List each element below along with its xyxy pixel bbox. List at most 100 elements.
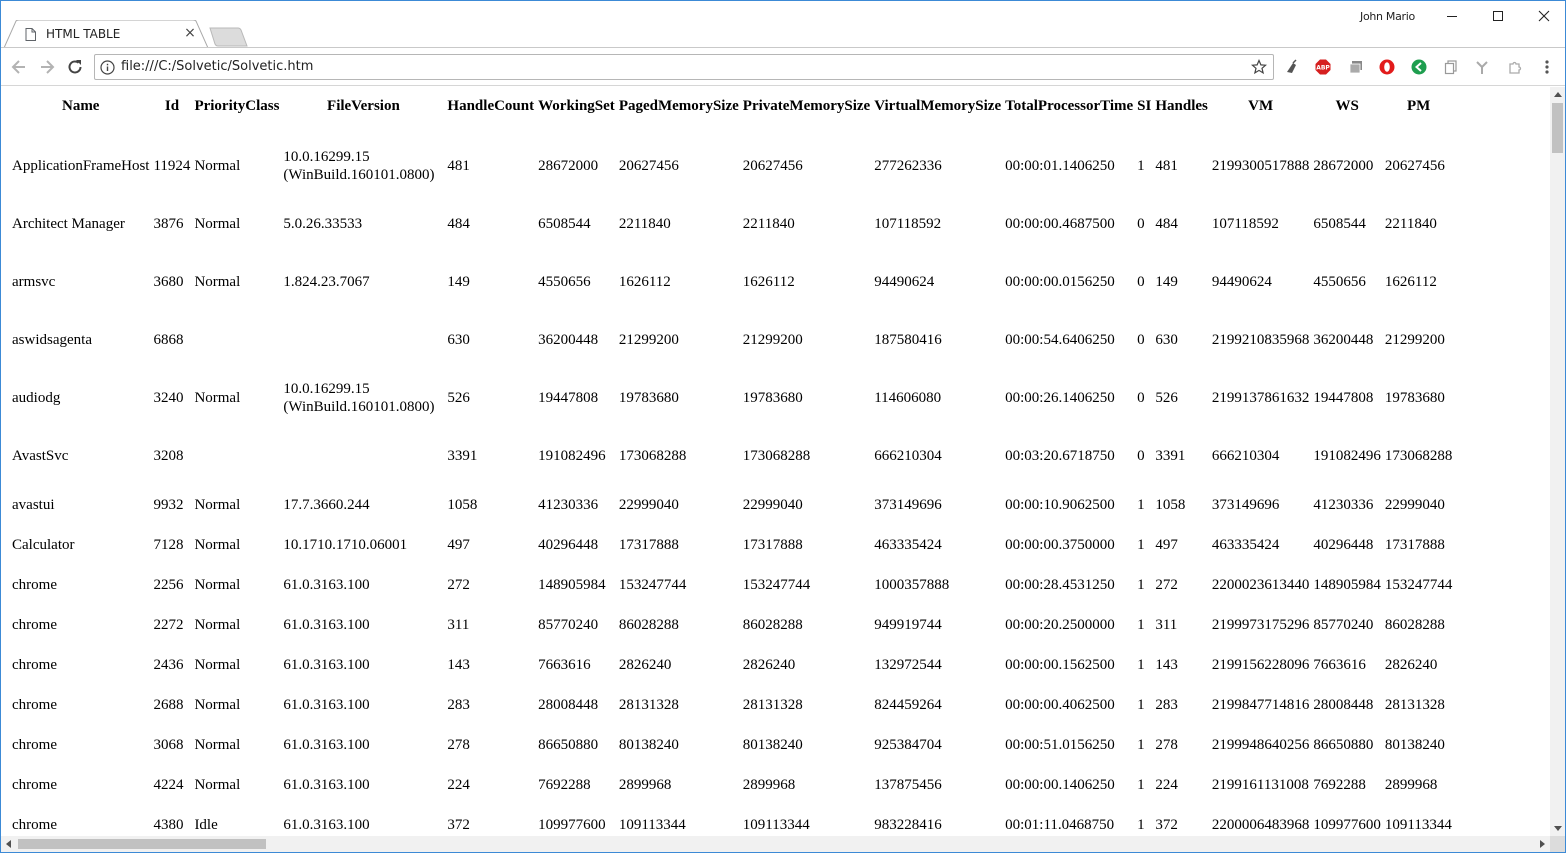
- cell-si: 1: [1137, 776, 1145, 793]
- cell-handlecount: 149: [447, 273, 470, 290]
- table-row: ApplicationFrameHost 11924 Normal 10.0.1629…: [11, 138, 1453, 194]
- cell-handlecount: 278: [447, 736, 470, 753]
- cell-privatememorysize: 28131328: [742, 696, 803, 713]
- cell-vm: 2200023613440: [1211, 576, 1310, 593]
- cell-workingset: 28008448: [538, 696, 599, 713]
- cell-ws: 6508544: [1313, 215, 1366, 232]
- header-gap: [11, 118, 1453, 136]
- cell-priorityclass: [193, 312, 280, 368]
- cell-ws: 86650880: [1313, 736, 1374, 753]
- cell-totalprocessortime: 00:00:28.4531250: [1005, 576, 1115, 593]
- cell-pagedmemorysize: 2211840: [618, 215, 671, 232]
- cell-pagedmemorysize: 1626112: [618, 273, 671, 290]
- cell-pagedmemorysize: 20627456: [618, 157, 679, 174]
- cell-si: 0: [1137, 331, 1145, 348]
- cell-ws: 19447808: [1313, 389, 1374, 406]
- cell-id: 6868: [153, 331, 184, 348]
- cell-privatememorysize: 2899968: [742, 776, 796, 793]
- extension-copy-icon[interactable]: [1443, 59, 1459, 75]
- bookmark-star-icon[interactable]: [1251, 59, 1267, 75]
- cell-handles: 526: [1155, 389, 1178, 406]
- title-bar: HTML TABLE × John Mario: [1, 1, 1565, 48]
- cell-si: 0: [1137, 215, 1145, 232]
- process-table: Name Id PriorityClass FileVersion HandleCoun…: [9, 95, 1455, 836]
- cell-vm: 373149696: [1211, 496, 1280, 513]
- cell-handlecount: 272: [447, 576, 470, 593]
- cell-pm: 2826240: [1384, 656, 1438, 673]
- svg-text:ABP: ABP: [1316, 65, 1330, 72]
- horizontal-scroll-thumb[interactable]: [18, 839, 266, 849]
- profile-name[interactable]: John Mario: [1360, 10, 1415, 23]
- extension-broom-icon[interactable]: [1284, 59, 1300, 75]
- table-row: chrome 4380 Idle 61.0.3163.100 372 109977600 1…: [11, 806, 1453, 836]
- cell-si: 1: [1137, 496, 1145, 513]
- cell-handles: 149: [1155, 273, 1178, 290]
- forward-arrow-icon[interactable]: [37, 57, 57, 77]
- column-header-vm: VM: [1248, 98, 1274, 114]
- extension-tool-icon[interactable]: [1475, 59, 1491, 75]
- cell-priorityclass: Normal: [194, 656, 241, 673]
- cell-workingset: 191082496: [538, 447, 606, 464]
- cell-handlecount: 484: [447, 215, 470, 232]
- table-row: aswidsagenta 6868 630 36200448 21299200 21299…: [11, 312, 1453, 368]
- reload-icon[interactable]: [65, 57, 85, 77]
- back-arrow-icon[interactable]: [9, 57, 29, 77]
- extension-puzzle-icon[interactable]: [1507, 59, 1523, 75]
- column-header-pm: PM: [1406, 98, 1431, 114]
- tab-html-table[interactable]: HTML TABLE ×: [4, 20, 208, 48]
- vertical-scroll-thumb[interactable]: [1552, 103, 1563, 153]
- cell-handles: 630: [1155, 331, 1178, 348]
- info-icon[interactable]: [100, 60, 115, 75]
- cell-name: chrome: [12, 736, 57, 753]
- address-bar[interactable]: file:///C:/Solvetic/Solvetic.htm: [94, 54, 1274, 80]
- menu-dots-icon[interactable]: [1539, 59, 1555, 75]
- url-text[interactable]: file:///C:/Solvetic/Solvetic.htm: [121, 59, 313, 74]
- cell-privatememorysize: 153247744: [742, 576, 811, 593]
- new-tab-button[interactable]: [208, 27, 248, 47]
- scroll-left-icon[interactable]: [5, 840, 11, 848]
- cell-handlecount: 372: [447, 816, 470, 833]
- scroll-up-icon[interactable]: [1554, 91, 1562, 97]
- cell-pm: 109113344: [1384, 816, 1452, 833]
- table-row: chrome 3068 Normal 61.0.3163.100 278 86650880…: [11, 726, 1453, 764]
- cell-workingset: 28672000: [538, 157, 599, 174]
- vertical-scrollbar[interactable]: [1550, 87, 1565, 836]
- maximize-icon: [1493, 11, 1503, 21]
- close-icon: [1538, 10, 1550, 22]
- minimize-button[interactable]: [1429, 1, 1475, 31]
- extension-green-circle-icon[interactable]: [1411, 59, 1427, 75]
- cell-ws: 28672000: [1313, 157, 1374, 174]
- cell-handlecount: 143: [447, 656, 470, 673]
- maximize-button[interactable]: [1475, 1, 1521, 31]
- extension-windows-icon[interactable]: [1348, 59, 1364, 75]
- cell-workingset: 4550656: [538, 273, 591, 290]
- cell-ws: 41230336: [1313, 496, 1374, 513]
- scroll-down-icon[interactable]: [1554, 826, 1562, 832]
- cell-virtualmemorysize: 373149696: [874, 496, 942, 513]
- cell-id: 9932: [153, 496, 184, 513]
- cell-name: ApplicationFrameHost: [12, 157, 150, 174]
- close-tab-icon[interactable]: ×: [183, 26, 197, 40]
- cell-fileversion: 61.0.3163.100: [283, 617, 370, 633]
- cell-vm: 94490624: [1211, 273, 1272, 290]
- cell-fileversion: 5.0.26.33533: [283, 216, 363, 232]
- horizontal-scrollbar[interactable]: [1, 836, 1550, 852]
- table-row: chrome 2256 Normal 61.0.3163.100 272 14890598…: [11, 566, 1453, 604]
- close-window-button[interactable]: [1521, 1, 1565, 31]
- cell-vm: 2200006483968: [1211, 816, 1310, 833]
- column-header-privatememorysize: PrivateMemorySize: [742, 98, 871, 114]
- scroll-right-icon[interactable]: [1540, 840, 1546, 848]
- cell-name: chrome: [12, 616, 57, 633]
- cell-handles: 278: [1155, 736, 1178, 753]
- cell-id: 2688: [153, 696, 184, 713]
- cell-si: 1: [1137, 816, 1145, 833]
- cell-id: 3208: [153, 447, 184, 464]
- cell-virtualmemorysize: 114606080: [874, 389, 942, 406]
- column-header-si: SI: [1137, 98, 1152, 114]
- adblock-plus-icon[interactable]: ABP: [1315, 59, 1331, 75]
- cell-vm: 463335424: [1211, 536, 1280, 553]
- cell-id: 4224: [153, 776, 184, 793]
- cell-id: 11924: [153, 157, 191, 174]
- cell-priorityclass: Normal: [194, 157, 241, 174]
- opera-vpn-icon[interactable]: [1379, 59, 1395, 75]
